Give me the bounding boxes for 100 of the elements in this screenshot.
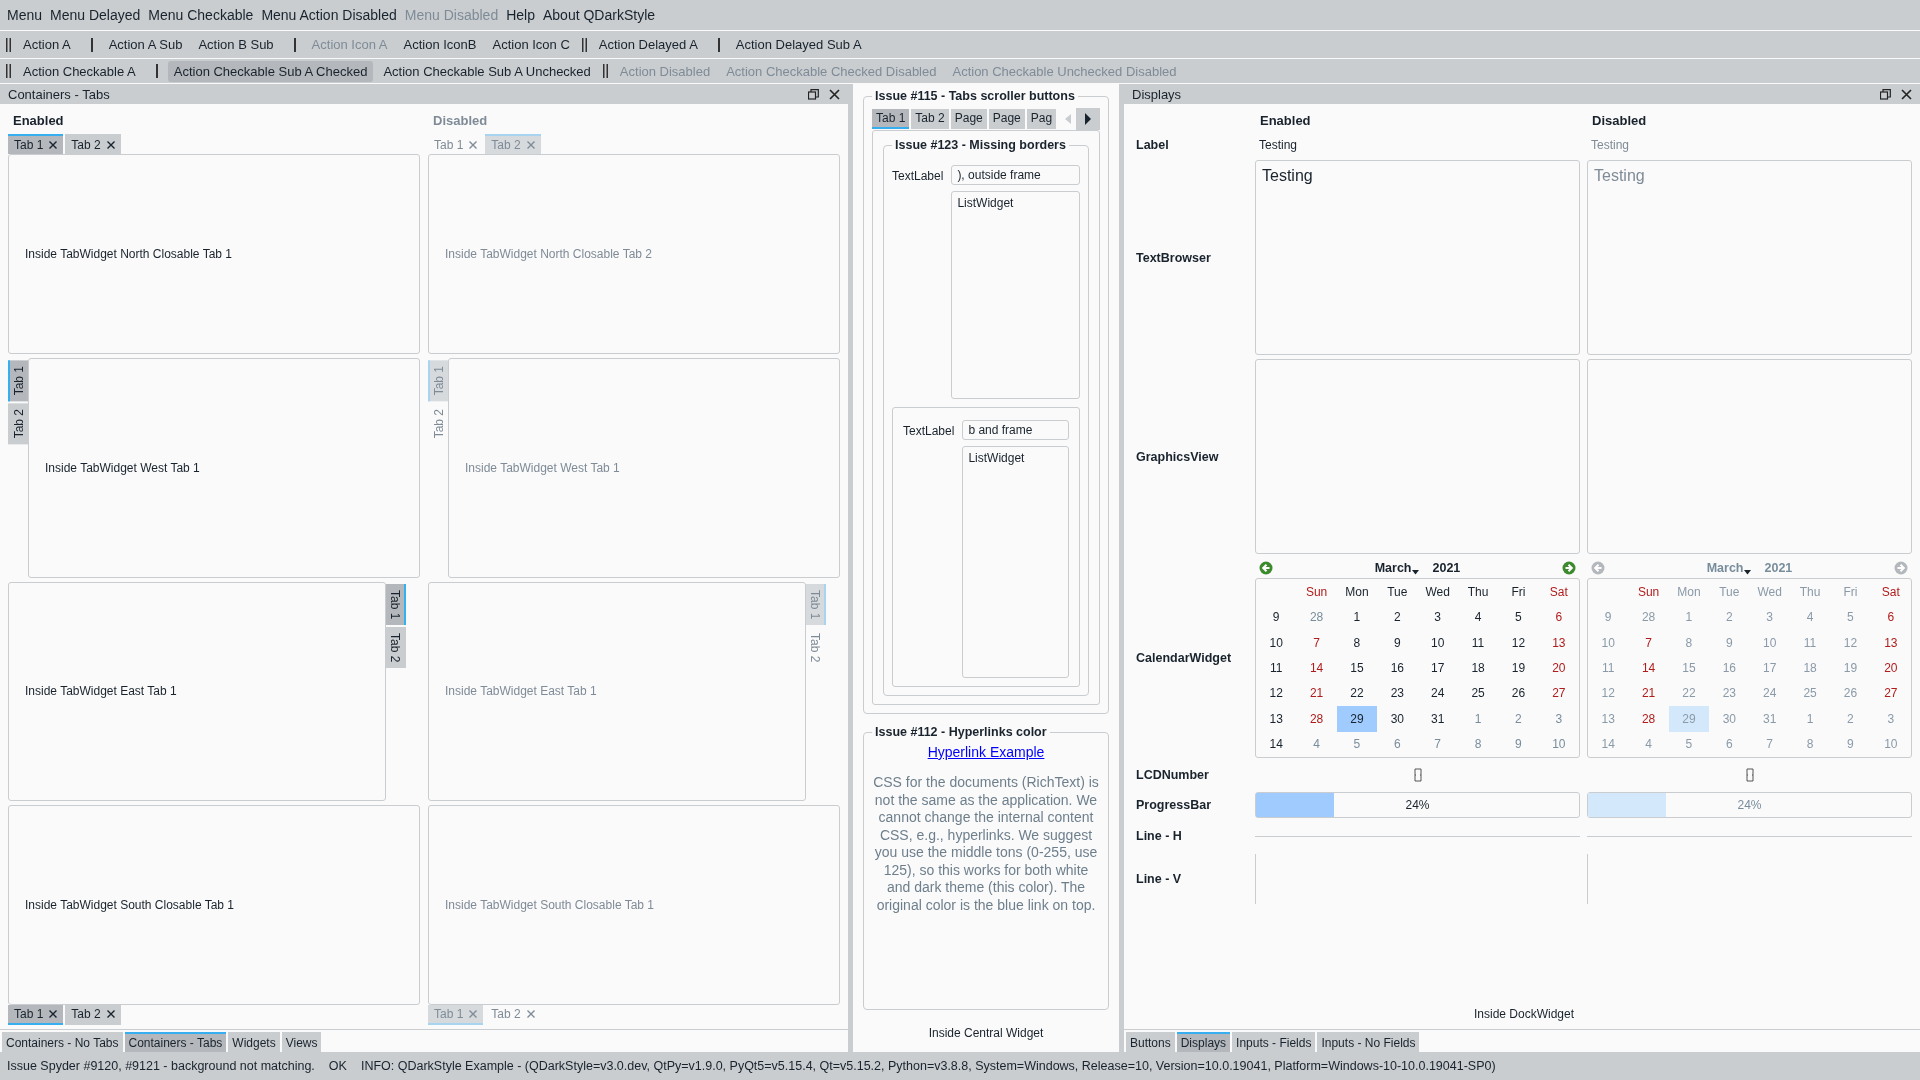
- tab[interactable]: Pag: [1026, 109, 1057, 129]
- calendar-day[interactable]: 6: [1538, 604, 1579, 630]
- float-icon[interactable]: [1880, 88, 1891, 100]
- text-browser[interactable]: Testing: [1255, 160, 1580, 355]
- close-icon[interactable]: [1901, 88, 1912, 100]
- calendar-day[interactable]: 3: [1538, 706, 1579, 732]
- calendar-day[interactable]: 5: [1498, 604, 1539, 630]
- close-icon[interactable]: [829, 88, 840, 100]
- list-item[interactable]: ListWidget: [957, 196, 1014, 210]
- tab[interactable]: Tab 2: [65, 134, 121, 154]
- menu-item[interactable]: Menu Delayed: [46, 4, 145, 26]
- calendar-day[interactable]: 1: [1336, 604, 1378, 630]
- float-icon[interactable]: [808, 88, 819, 100]
- tab[interactable]: Tab 2: [65, 1005, 121, 1025]
- calendar-day[interactable]: 30: [1377, 706, 1418, 732]
- calendar-day[interactable]: 10: [1538, 731, 1579, 757]
- calendar-day[interactable]: 18: [1457, 655, 1499, 681]
- calendar-day[interactable]: 25: [1457, 680, 1499, 707]
- calendar-day[interactable]: 24: [1417, 680, 1458, 707]
- tab[interactable]: Tab 1: [8, 134, 64, 154]
- calendar-day[interactable]: 13: [1538, 629, 1579, 656]
- next-month-icon[interactable]: [1562, 561, 1576, 575]
- close-icon[interactable]: [106, 141, 115, 149]
- tab[interactable]: Page: [950, 109, 987, 129]
- calendar-day[interactable]: 8: [1336, 629, 1378, 656]
- toolbar-handle-icon[interactable]: [581, 37, 587, 52]
- dock-tab[interactable]: Views: [281, 1032, 322, 1052]
- dock-tab[interactable]: Inputs - Fields: [1232, 1032, 1316, 1052]
- text-field[interactable]: ), outside frame: [951, 165, 1080, 185]
- calendar-day[interactable]: 2: [1377, 604, 1418, 630]
- calendar-day[interactable]: 28: [1296, 706, 1337, 732]
- dock-tab[interactable]: Displays: [1176, 1032, 1231, 1052]
- tab[interactable]: Tab 1: [8, 359, 28, 402]
- toolbar-action[interactable]: Action Delayed A: [592, 34, 704, 55]
- toolbar-action[interactable]: Action Icon C: [486, 34, 576, 55]
- toolbar-action[interactable]: Action A Sub: [102, 34, 189, 55]
- calendar-day[interactable]: 20: [1538, 655, 1579, 681]
- calendar-day[interactable]: 29: [1336, 706, 1378, 732]
- close-icon[interactable]: [106, 1010, 115, 1018]
- toolbar-action[interactable]: Action Delayed Sub A: [729, 34, 868, 55]
- menu-item[interactable]: Menu Checkable: [144, 4, 258, 26]
- toolbar-action[interactable]: Action A: [17, 34, 77, 55]
- text-field[interactable]: b and frame: [962, 420, 1069, 441]
- calendar-day[interactable]: 28: [1296, 604, 1337, 630]
- menu-item[interactable]: About QDarkStyle: [539, 4, 660, 26]
- calendar-day[interactable]: 21: [1296, 680, 1337, 707]
- toolbar-action[interactable]: Action Checkable Sub A Unchecked: [377, 60, 597, 82]
- tab[interactable]: Tab 1: [8, 1005, 64, 1025]
- toolbar-action[interactable]: Action B Sub: [192, 34, 280, 55]
- calendar-day[interactable]: 14: [1296, 655, 1337, 681]
- dock-tab[interactable]: Inputs - No Fields: [1317, 1032, 1420, 1052]
- label-text: Testing: [1258, 137, 1299, 154]
- tab[interactable]: Tab 2: [8, 403, 28, 445]
- dock-tab[interactable]: Containers - Tabs: [124, 1032, 227, 1052]
- menu-item[interactable]: Menu: [3, 4, 47, 26]
- dock-tab[interactable]: Buttons: [1126, 1032, 1175, 1052]
- toolbar-action[interactable]: Action Checkable Sub A Checked: [167, 60, 374, 82]
- toolbar-handle-icon[interactable]: [602, 64, 608, 78]
- year-selector[interactable]: 2021: [1432, 561, 1461, 575]
- toolbar-handle-icon[interactable]: [6, 37, 11, 52]
- menu-item[interactable]: Help: [502, 4, 539, 26]
- toolbar-handle-icon[interactable]: [6, 64, 11, 78]
- calendar-day[interactable]: 9: [1498, 731, 1539, 757]
- scroll-right-icon[interactable]: [1076, 108, 1100, 130]
- toolbar-action[interactable]: Action Checkable A: [17, 60, 142, 82]
- month-selector[interactable]: March: [1374, 561, 1419, 575]
- tab[interactable]: Tab 2: [911, 109, 949, 129]
- calendar-day[interactable]: 10: [1417, 629, 1458, 656]
- calendar-day[interactable]: 2: [1498, 706, 1539, 732]
- calendar-day[interactable]: 27: [1538, 680, 1579, 707]
- hyperlink[interactable]: Hyperlink Example: [927, 744, 1045, 760]
- calendar-day[interactable]: 23: [1377, 680, 1418, 707]
- calendar-day[interactable]: 26: [1498, 680, 1539, 707]
- calendar-day[interactable]: 19: [1498, 655, 1539, 681]
- menu-item[interactable]: Menu Action Disabled: [257, 4, 401, 26]
- calendar-day[interactable]: 22: [1336, 680, 1378, 707]
- calendar-day[interactable]: 4: [1457, 604, 1499, 630]
- toolbar-action[interactable]: Action IconB: [397, 34, 483, 55]
- close-icon[interactable]: [49, 1010, 58, 1018]
- calendar-day[interactable]: 31: [1417, 706, 1458, 732]
- tab[interactable]: Tab 1: [872, 109, 910, 129]
- calendar-day[interactable]: 6: [1377, 731, 1418, 757]
- dock-tab[interactable]: Widgets: [228, 1032, 280, 1052]
- list-item[interactable]: ListWidget: [968, 451, 1025, 466]
- calendar-day[interactable]: 9: [1377, 629, 1418, 656]
- tab[interactable]: Page: [988, 109, 1025, 129]
- calendar-day[interactable]: 12: [1498, 629, 1539, 656]
- dock-tab[interactable]: Containers - No Tabs: [2, 1032, 123, 1052]
- calendar-day[interactable]: 15: [1336, 655, 1378, 681]
- calendar-day[interactable]: 1: [1457, 706, 1499, 732]
- close-icon[interactable]: [49, 141, 58, 149]
- calendar-day[interactable]: 7: [1296, 629, 1337, 656]
- calendar-day[interactable]: 17: [1417, 655, 1458, 681]
- tab[interactable]: Tab 2: [386, 626, 406, 669]
- tab[interactable]: Tab 1: [386, 583, 406, 625]
- calendar-day[interactable]: 5: [1336, 731, 1378, 757]
- calendar-day[interactable]: 3: [1417, 604, 1458, 630]
- calendar-day[interactable]: 11: [1457, 629, 1499, 656]
- previous-month-icon[interactable]: [1259, 561, 1273, 575]
- calendar-day[interactable]: 16: [1377, 655, 1418, 681]
